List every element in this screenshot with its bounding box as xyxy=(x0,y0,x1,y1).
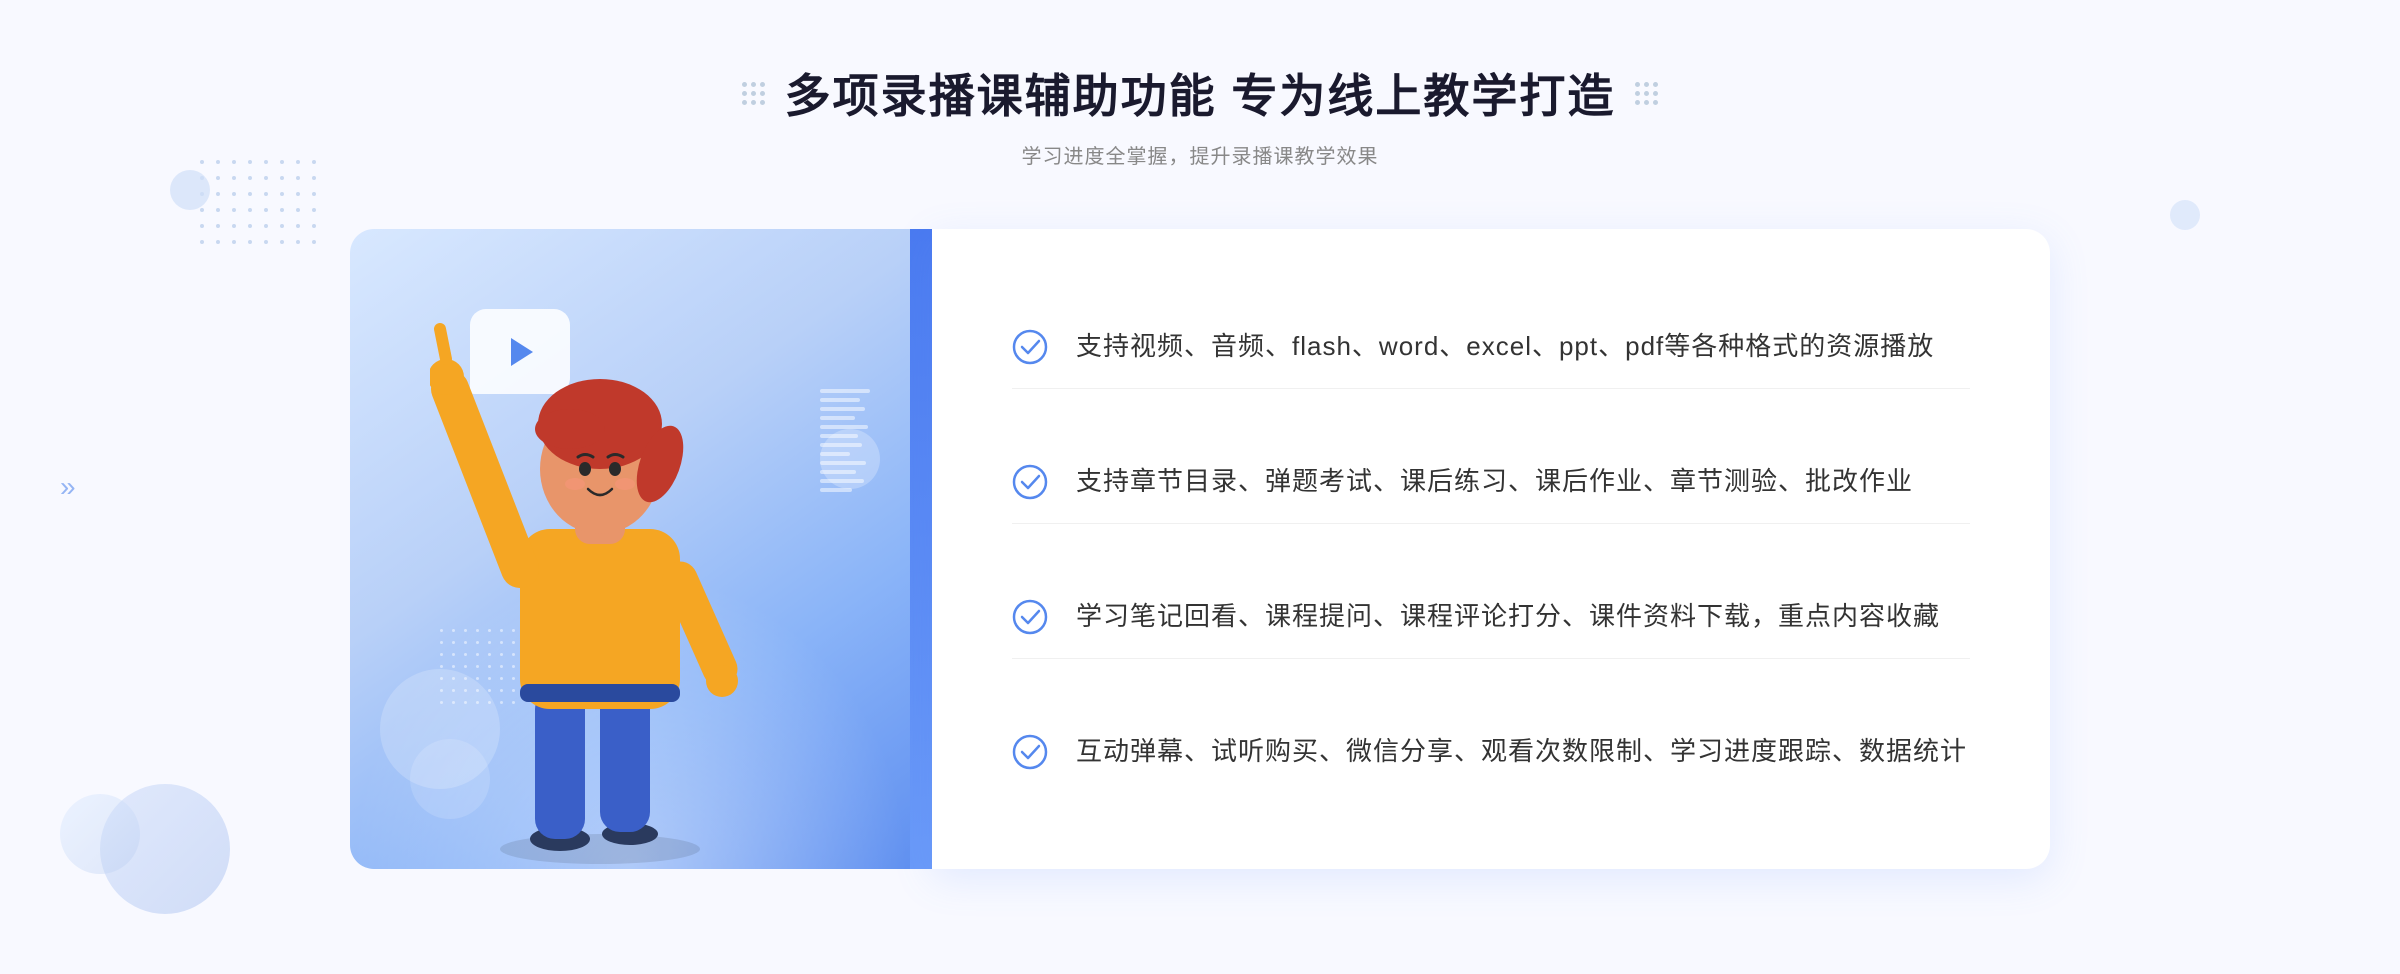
header-section: 多项录播课辅助功能 专为线上教学打造 学习进度全掌握，提升录播课教学效果 xyxy=(742,60,1659,169)
content-area: 支持视频、音频、flash、word、excel、ppt、pdf等各种格式的资源… xyxy=(350,229,2050,869)
feature-text-1: 支持视频、音频、flash、word、excel、ppt、pdf等各种格式的资源… xyxy=(1076,327,1934,366)
vertical-separator xyxy=(910,229,932,869)
check-icon-4 xyxy=(1012,734,1048,770)
bg-circle-top-right xyxy=(2170,200,2200,230)
decorator-dots-right xyxy=(1635,82,1658,105)
bg-circle-bottom-left-small xyxy=(60,794,140,874)
page-subtitle: 学习进度全掌握，提升录播课教学效果 xyxy=(742,140,1659,169)
left-chevrons: » xyxy=(60,473,76,501)
page-title: 多项录播课辅助功能 专为线上教学打造 xyxy=(785,60,1616,126)
check-icon-2 xyxy=(1012,464,1048,500)
header-decorators: 多项录播课辅助功能 专为线上教学打造 xyxy=(742,60,1659,126)
bg-circle-top-left xyxy=(170,170,210,210)
illustration-card xyxy=(350,229,910,869)
decorator-dots-left xyxy=(742,82,765,105)
feature-item-1: 支持视频、音频、flash、word、excel、ppt、pdf等各种格式的资源… xyxy=(1012,305,1970,389)
circle-deco-3 xyxy=(820,429,880,489)
chevron-icon-1: » xyxy=(60,473,76,501)
feature-item-3: 学习笔记回看、课程提问、课程评论打分、课件资料下载，重点内容收藏 xyxy=(1012,575,1970,659)
bg-dots-top-left: (function() { const container = document… xyxy=(200,160,322,250)
feature-item-4: 互动弹幕、试听购买、微信分享、观看次数限制、学习进度跟踪、数据统计 xyxy=(1012,710,1970,793)
features-card: 支持视频、音频、flash、word、excel、ppt、pdf等各种格式的资源… xyxy=(932,229,2050,869)
feature-text-3: 学习笔记回看、课程提问、课程评论打分、课件资料下载，重点内容收藏 xyxy=(1076,597,1940,636)
check-icon-1 xyxy=(1012,329,1048,365)
person-illustration xyxy=(430,309,770,869)
feature-item-2: 支持章节目录、弹题考试、课后练习、课后作业、章节测验、批改作业 xyxy=(1012,440,1970,524)
check-icon-3 xyxy=(1012,599,1048,635)
page-container: (function() { const container = document… xyxy=(0,0,2400,974)
feature-text-2: 支持章节目录、弹题考试、课后练习、课后作业、章节测验、批改作业 xyxy=(1076,462,1913,501)
feature-text-4: 互动弹幕、试听购买、微信分享、观看次数限制、学习进度跟踪、数据统计 xyxy=(1076,732,1967,771)
